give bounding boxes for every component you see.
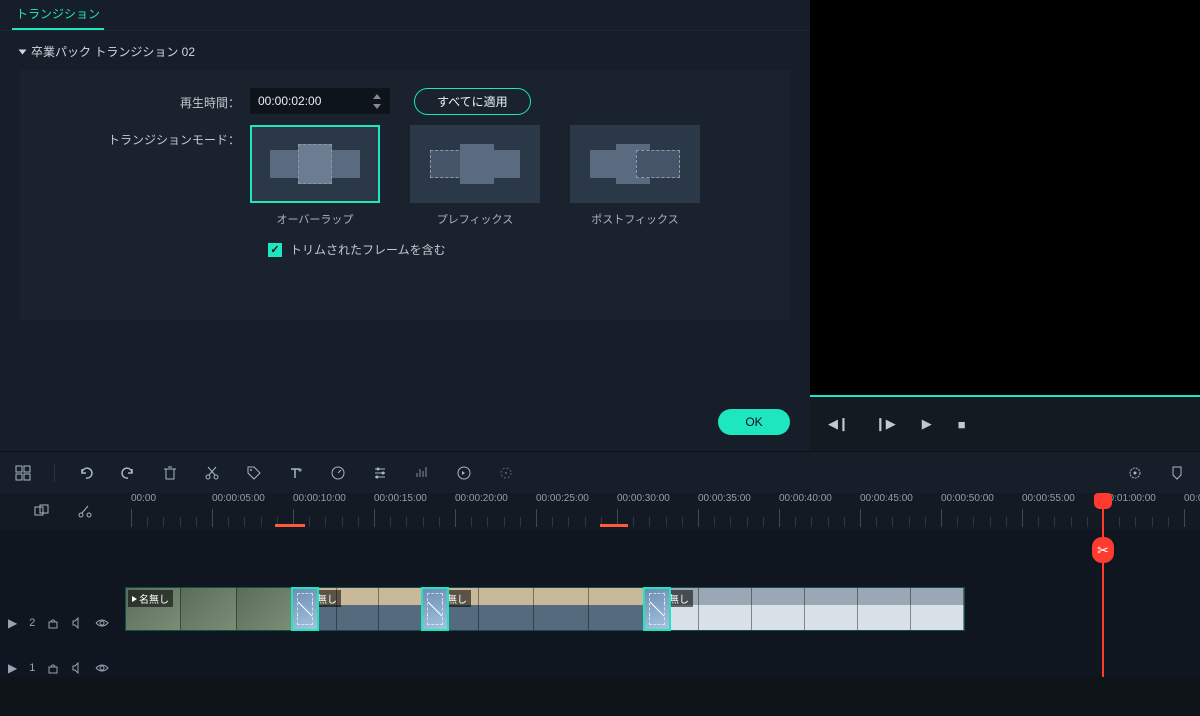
duration-step-down[interactable] [372,102,382,110]
play-icon: ▶ [8,661,17,675]
tab-transition[interactable]: トランジション [12,0,104,30]
prev-frame-button[interactable]: ◀❙ [828,416,849,432]
transition-badge[interactable] [421,587,449,631]
cut-button[interactable] [201,462,223,484]
ruler-tick: 00:00 [131,493,156,504]
mute-icon[interactable] [71,617,83,629]
trim-mark [600,524,628,527]
ruler-tick: 00:00:05:00 [212,493,265,504]
target-icon[interactable] [1124,462,1146,484]
transition-badge[interactable] [643,587,671,631]
ruler-tick: 00:00:30:00 [617,493,670,504]
ruler-tick: 00:00:15:00 [374,493,427,504]
visibility-icon[interactable] [95,617,109,629]
clip[interactable]: 名無し [645,587,965,631]
section-header[interactable]: 卒業パック トランジション 02 [0,31,810,70]
mode-overlap[interactable]: オーバーラップ [250,125,380,227]
lock-icon[interactable] [47,617,59,629]
mode-overlap-label: オーバーラップ [277,211,354,227]
redo-button[interactable] [117,462,139,484]
clip-title: 名無し [128,590,173,607]
next-frame-button[interactable]: ❙▶ [875,416,896,432]
ruler-tick: 00:00:25:00 [536,493,589,504]
add-text-button[interactable] [285,462,307,484]
play-icon: ▶ [8,616,17,630]
include-trimmed-label: トリムされたフレームを含む [290,241,446,258]
ruler-tick: 00:01:00:00 [1103,493,1156,504]
visibility-icon[interactable] [95,662,109,674]
ruler-tick: 00:01:05:0 [1184,493,1200,504]
render-button[interactable] [495,462,517,484]
ruler-tick: 00:00:45:00 [860,493,913,504]
ok-button[interactable]: OK [718,409,790,435]
mode-label: トランジションモード： [20,125,250,148]
mode-postfix-label: ポストフィックス [591,211,678,227]
stop-button[interactable]: ■ [958,417,966,432]
ruler-tick: 00:00:50:00 [941,493,994,504]
preview-viewport [810,0,1200,395]
snap-icon[interactable] [74,500,96,522]
undo-button[interactable] [75,462,97,484]
timeline-zoom-icon[interactable] [30,500,52,522]
trim-mark [275,524,305,527]
track-number: 2 [29,617,35,629]
transition-badge[interactable] [291,587,319,631]
apply-all-button[interactable]: すべてに適用 [414,88,531,115]
mode-prefix-label: プレフィックス [437,211,513,227]
track-label-audio: ▶ 1 [0,659,125,677]
duration-step-up[interactable] [372,92,382,100]
speed-button[interactable] [327,462,349,484]
duration-label: 再生時間： [20,88,250,111]
ruler-tick: 00:00:20:00 [455,493,508,504]
chevron-down-icon [19,49,27,54]
mute-icon[interactable] [71,662,83,674]
section-title: 卒業パック トランジション 02 [31,43,195,60]
ruler-tick: 00:00:35:00 [698,493,751,504]
tag-button[interactable] [243,462,265,484]
mode-prefix[interactable]: プレフィックス [410,125,540,227]
ruler-tick: 00:00:40:00 [779,493,832,504]
include-trimmed-checkbox[interactable]: ✓ [268,243,282,257]
adjust-button[interactable] [369,462,391,484]
clip[interactable]: 名無し [125,587,293,631]
duration-input[interactable]: 00:00:02:00 [250,88,390,114]
ruler-tick: 00:00:55:00 [1022,493,1075,504]
volume-button[interactable] [453,462,475,484]
lock-icon[interactable] [47,662,59,674]
layout-icon[interactable] [12,462,34,484]
ruler-tick: 00:00:10:00 [293,493,346,504]
eq-button[interactable] [411,462,433,484]
duration-value: 00:00:02:00 [258,94,321,108]
mode-postfix[interactable]: ポストフィックス [570,125,700,227]
clip[interactable]: 名無し [423,587,645,631]
delete-button[interactable] [159,462,181,484]
play-button[interactable]: ▶ [922,416,932,432]
track-number-2: 1 [29,662,35,674]
marker-icon[interactable] [1166,462,1188,484]
timeline-ruler[interactable]: 00:00 00:00:05:00 00:00:10:00 00:00:15:00 00… [125,493,1200,529]
track-label-video: ▶ 2 [0,587,125,659]
